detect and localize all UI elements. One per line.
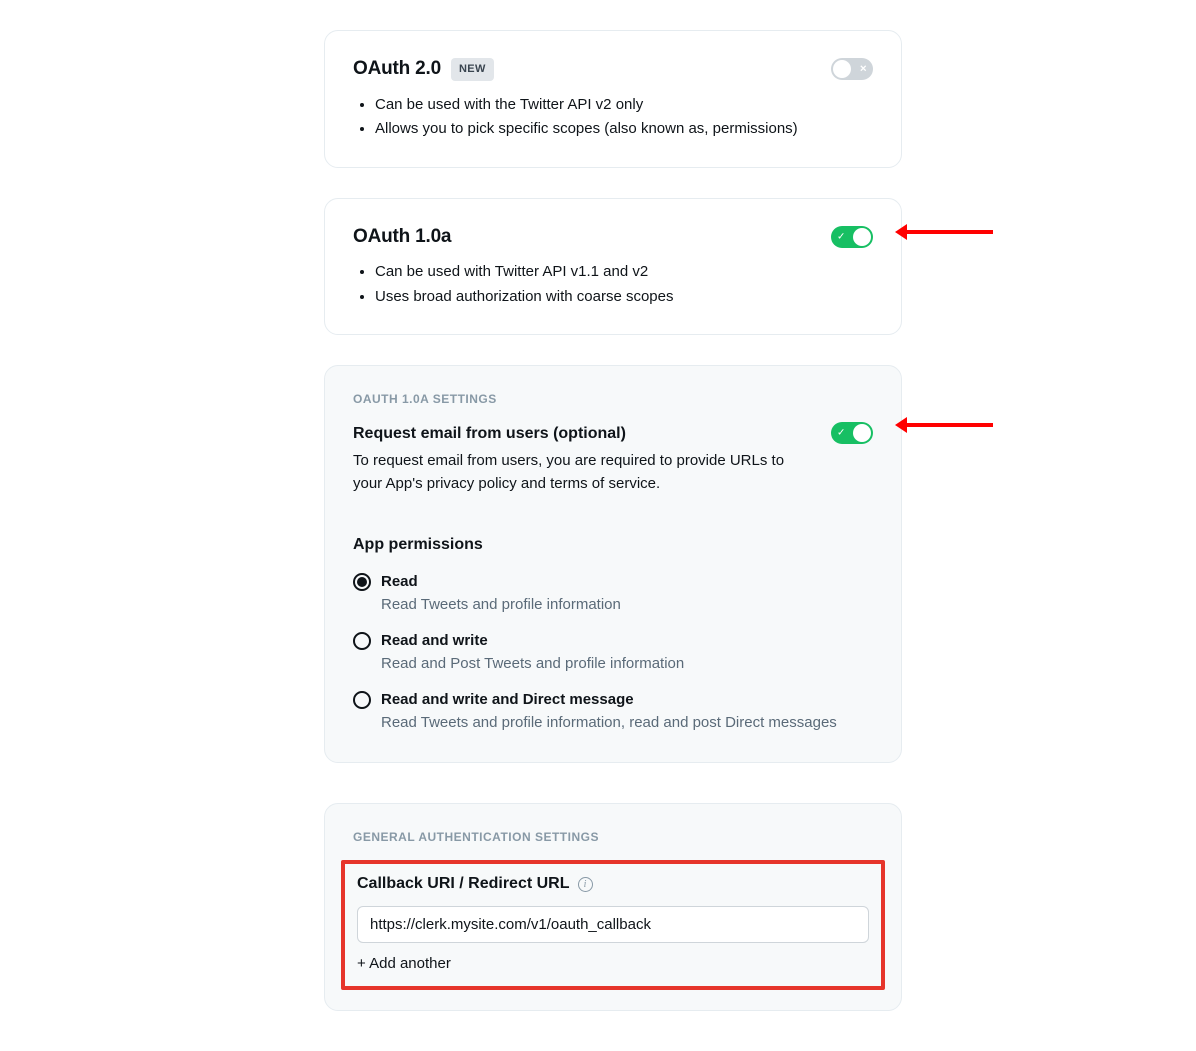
permission-label: Read and write and Direct message <box>381 689 837 712</box>
oauth2-toggle[interactable]: ✕ <box>831 58 873 80</box>
info-icon[interactable]: i <box>578 877 593 892</box>
request-email-title: Request email from users (optional) <box>353 422 831 446</box>
toggle-on-icon: ✓ <box>837 229 845 244</box>
request-email-toggle[interactable]: ✓ <box>831 422 873 444</box>
permission-label: Read and write <box>381 630 684 653</box>
arrow-annotation-2 <box>903 423 993 427</box>
permission-option-read-write-dm[interactable]: Read and write and Direct message Read T… <box>353 689 873 734</box>
general-auth-card: GENERAL AUTHENTICATION SETTINGS Callback… <box>324 803 902 1011</box>
radio-read[interactable] <box>353 573 371 591</box>
new-badge: NEW <box>451 58 494 81</box>
toggle-on-icon: ✓ <box>837 426 845 441</box>
callback-url-input[interactable] <box>357 906 869 943</box>
oauth1-card: OAuth 1.0a ✓ Can be used with Twitter AP… <box>324 198 902 336</box>
permission-desc: Read Tweets and profile information, rea… <box>381 712 837 735</box>
oauth1-settings-card: OAUTH 1.0A SETTINGS Request email from u… <box>324 365 902 763</box>
add-another-button[interactable]: + Add another <box>357 953 869 976</box>
oauth2-bullet-1: Allows you to pick specific scopes (also… <box>375 118 873 141</box>
radio-read-write[interactable] <box>353 632 371 650</box>
callback-highlight-box: Callback URI / Redirect URL i + Add anot… <box>341 860 885 990</box>
arrow-annotation-1 <box>903 230 993 234</box>
oauth1-toggle[interactable]: ✓ <box>831 226 873 248</box>
oauth2-title: OAuth 2.0 <box>353 55 441 84</box>
request-email-desc: To request email from users, you are req… <box>353 450 813 495</box>
oauth2-bullet-0: Can be used with the Twitter API v2 only <box>375 94 873 117</box>
permission-desc: Read and Post Tweets and profile informa… <box>381 653 684 676</box>
permission-desc: Read Tweets and profile information <box>381 594 621 617</box>
oauth1-bullet-0: Can be used with Twitter API v1.1 and v2 <box>375 261 873 284</box>
radio-read-write-dm[interactable] <box>353 691 371 709</box>
oauth1-bullets: Can be used with Twitter API v1.1 and v2… <box>353 261 873 308</box>
oauth2-card: OAuth 2.0 NEW ✕ Can be used with the Twi… <box>324 30 902 168</box>
app-permissions-title: App permissions <box>353 533 873 557</box>
oauth1-bullet-1: Uses broad authorization with coarse sco… <box>375 286 873 309</box>
oauth1-settings-label: OAUTH 1.0A SETTINGS <box>353 390 873 408</box>
oauth2-bullets: Can be used with the Twitter API v2 only… <box>353 94 873 141</box>
oauth1-title: OAuth 1.0a <box>353 223 451 252</box>
callback-title: Callback URI / Redirect URL <box>357 872 570 896</box>
permission-label: Read <box>381 571 621 594</box>
permission-option-read-write[interactable]: Read and write Read and Post Tweets and … <box>353 630 873 675</box>
permission-option-read[interactable]: Read Read Tweets and profile information <box>353 571 873 616</box>
general-auth-label: GENERAL AUTHENTICATION SETTINGS <box>353 828 873 846</box>
toggle-off-icon: ✕ <box>859 63 867 77</box>
